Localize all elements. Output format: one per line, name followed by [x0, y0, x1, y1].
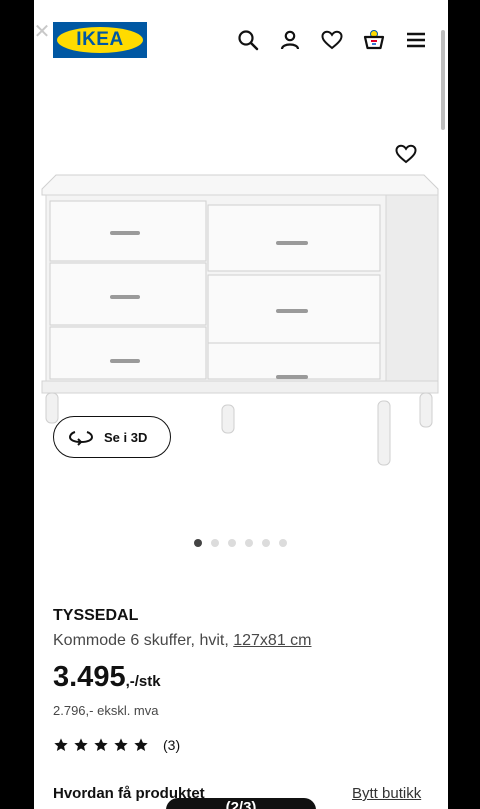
cart-icon[interactable]	[362, 28, 386, 52]
price-suffix: ,-/stk	[125, 673, 161, 690]
star-icon	[93, 737, 109, 753]
change-store-link[interactable]: Bytt butikk	[352, 785, 421, 802]
page-indicator: (2/3)	[166, 798, 316, 809]
search-icon[interactable]	[236, 28, 260, 52]
favorite-heart-icon[interactable]	[394, 142, 418, 166]
logo-text: IKEA	[57, 27, 143, 53]
gallery-dot[interactable]	[194, 539, 202, 547]
account-icon[interactable]	[278, 28, 302, 52]
close-icon[interactable]: ✕	[34, 22, 52, 42]
header: ✕ IKEA	[34, 0, 448, 80]
product-page: ✕ IKEA Se i 3D TYSSEDAL Kommode 6 skuffe…	[34, 0, 448, 809]
product-description-text: Kommode 6 skuffer, hvit,	[53, 632, 234, 649]
menu-icon[interactable]	[404, 28, 428, 52]
view-in-3d-label: Se i 3D	[104, 429, 148, 445]
gallery-dots	[194, 539, 287, 547]
review-count: (3)	[163, 737, 181, 753]
view-in-3d-button[interactable]: Se i 3D	[53, 416, 171, 458]
gallery-dot[interactable]	[211, 539, 219, 547]
product-name: TYSSEDAL	[53, 607, 139, 624]
gallery-dot[interactable]	[228, 539, 236, 547]
price: 3.495 ,-/stk	[53, 660, 161, 694]
product-description: Kommode 6 skuffer, hvit, 127x81 cm	[53, 632, 312, 650]
star-icon	[73, 737, 89, 753]
wishlist-heart-icon[interactable]	[320, 28, 344, 52]
price-excl-vat: 2.796,- ekskl. mva	[53, 703, 159, 718]
star-icon	[53, 737, 69, 753]
rotate-3d-icon	[68, 431, 94, 446]
product-size-link[interactable]: 127x81 cm	[233, 632, 311, 649]
gallery-dot[interactable]	[262, 539, 270, 547]
star-icon	[113, 737, 129, 753]
gallery-dot[interactable]	[245, 539, 253, 547]
star-icon	[133, 737, 149, 753]
ikea-logo[interactable]: IKEA	[53, 22, 147, 58]
gallery-dot[interactable]	[279, 539, 287, 547]
rating[interactable]: (3)	[53, 737, 180, 753]
price-value: 3.495	[53, 661, 126, 693]
